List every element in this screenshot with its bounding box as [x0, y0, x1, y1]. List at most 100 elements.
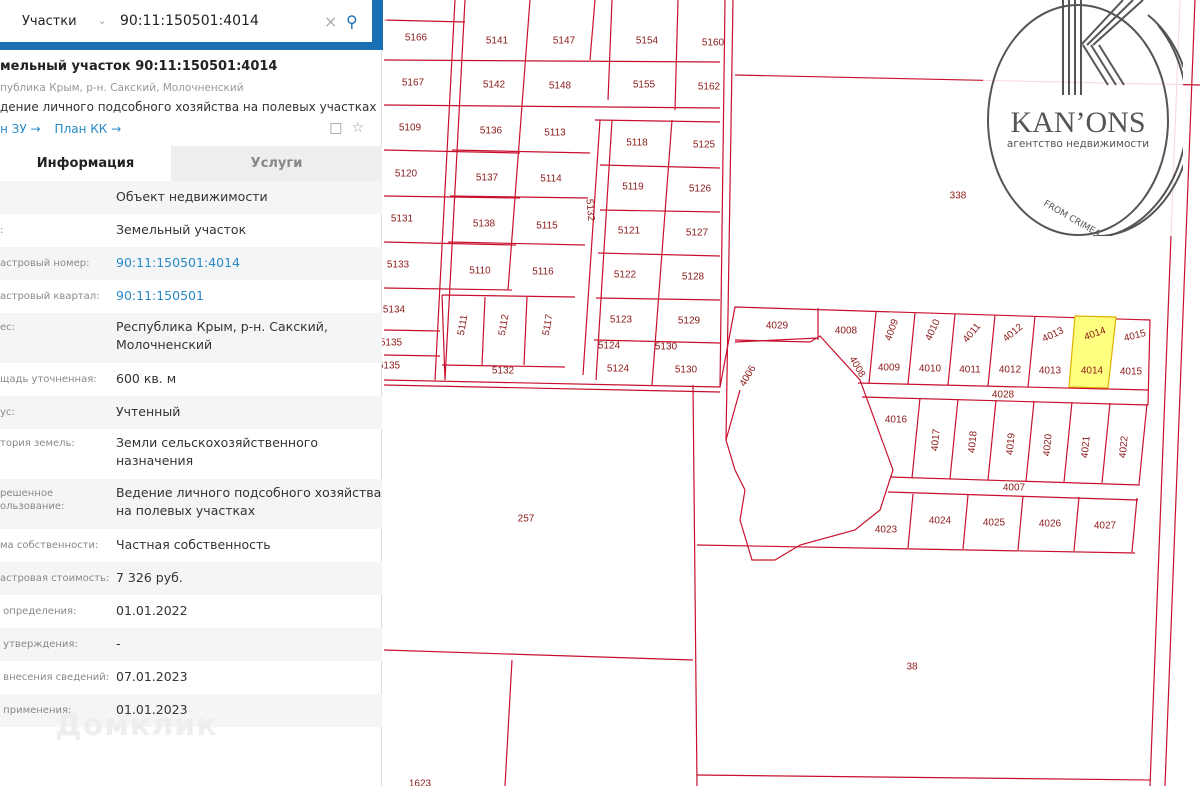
parcel-label[interactable]: 4008 — [847, 355, 868, 380]
parcel-label[interactable]: 4016 — [885, 415, 908, 426]
parcel-label[interactable]: 5147 — [553, 36, 576, 47]
collapse-panel-button[interactable]: ‹ — [376, 4, 396, 36]
domclick-watermark: Домклик — [55, 708, 218, 743]
tab-info[interactable]: Информация — [0, 146, 171, 181]
parcel-label[interactable]: 5122 — [614, 270, 637, 281]
parcel-label[interactable]: 5116 — [532, 267, 554, 278]
table-row: астровый номер: 90:11:150501:4014 — [0, 247, 382, 280]
parcel-label[interactable]: 5115 — [536, 221, 558, 232]
kanons-logo: KAN’ONS агентство недвижимости FROM CRIM… — [983, 0, 1183, 236]
parcel-label[interactable]: 5136 — [480, 126, 503, 137]
parcel-label[interactable]: 5132 — [583, 198, 596, 222]
object-use: дение личного подсобного хозяйства на по… — [0, 100, 377, 114]
parcel-label[interactable]: 5154 — [636, 36, 659, 47]
parcel-label[interactable]: 5111 — [456, 313, 471, 336]
parcel-label[interactable]: 4006 — [738, 363, 759, 388]
parcel-label[interactable]: 5126 — [689, 184, 712, 195]
close-icon[interactable]: × — [324, 12, 346, 31]
parcel-label[interactable]: 5118 — [626, 138, 648, 149]
parcel-label[interactable]: 5112 — [497, 313, 512, 337]
object-address: публика Крым, р-н. Сакский, Молочненский — [0, 82, 244, 94]
parcel-label[interactable]: 5130 — [675, 365, 698, 376]
parcel-label[interactable]: 5128 — [682, 272, 705, 283]
plan-kk-link[interactable]: План КК → — [55, 122, 122, 136]
parcel-label[interactable]: 4015 — [1123, 328, 1148, 344]
parcel-label[interactable]: 5137 — [476, 173, 499, 184]
cadastral-quarter-link[interactable]: 90:11:150501 — [116, 287, 382, 305]
parcel-label[interactable]: 5109 — [399, 123, 422, 134]
parcel-label[interactable]: 4024 — [929, 516, 952, 527]
parcel-label[interactable]: 5114 — [540, 174, 562, 185]
parcel-label[interactable]: 4012 — [1001, 321, 1025, 344]
parcel-label[interactable]: 5162 — [698, 82, 721, 93]
parcel-label[interactable]: 5135 — [380, 338, 403, 349]
parcel-label[interactable]: 4013 — [1039, 366, 1062, 377]
parcel-label[interactable]: 4022 — [1118, 435, 1131, 459]
parcel-label[interactable]: 5123 — [610, 315, 633, 326]
parcel-label[interactable]: 5133 — [387, 260, 410, 271]
parcel-label[interactable]: 4025 — [983, 518, 1006, 529]
parcel-label[interactable]: 5142 — [483, 80, 506, 91]
chevron-down-icon[interactable]: ⌄ — [98, 16, 120, 27]
parcel-label[interactable]: 5138 — [473, 219, 496, 230]
parcel-label[interactable]: 5124 — [598, 341, 621, 352]
parcel-label[interactable]: 4019 — [1005, 432, 1018, 456]
parcel-label[interactable]: 4017 — [930, 428, 943, 452]
parcel-label[interactable]: 5121 — [618, 226, 641, 237]
parcel-label[interactable]: 4018 — [967, 430, 980, 454]
parcel-label[interactable]: 5141 — [486, 36, 509, 47]
parcel-label[interactable]: 4010 — [923, 317, 943, 342]
plan-zu-link[interactable]: н ЗУ → — [0, 122, 41, 136]
parcel-label[interactable]: 4014 — [1081, 366, 1104, 377]
parcel-label[interactable]: 5129 — [678, 316, 701, 327]
table-row: внесения сведений: 07.01.2023 — [0, 669, 188, 684]
parcel-label[interactable]: 4011 — [961, 321, 984, 345]
parcel-label[interactable]: 5124 — [607, 364, 630, 375]
parcel-label[interactable]: 4008 — [835, 326, 858, 337]
parcel-label[interactable]: 4021 — [1080, 435, 1093, 459]
parcel-label[interactable]: 5110 — [469, 266, 491, 277]
search-input[interactable]: 90:11:150501:4014 — [120, 13, 324, 29]
find-on-map-icon[interactable]: □ — [329, 120, 342, 136]
star-icon[interactable]: ☆ — [351, 120, 364, 136]
parcel-label[interactable]: 5125 — [693, 140, 716, 151]
parcel-label[interactable]: 5130 — [655, 342, 678, 353]
parcel-label[interactable]: 4028 — [992, 390, 1015, 401]
parcel-label[interactable]: 4012 — [999, 365, 1022, 376]
parcel-label[interactable]: 4027 — [1094, 521, 1117, 532]
parcel-label[interactable]: 5120 — [395, 169, 418, 180]
parcel-label[interactable]: 257 — [518, 514, 535, 525]
parcel-label[interactable]: 5117 — [541, 313, 556, 337]
parcel-label[interactable]: 5148 — [549, 81, 572, 92]
parcel-label[interactable]: 5160 — [702, 38, 725, 49]
parcel-label[interactable]: 5127 — [686, 228, 709, 239]
parcel-label[interactable]: 5155 — [633, 80, 656, 91]
table-row: Объект недвижимости — [0, 181, 382, 214]
parcel-label[interactable]: 4009 — [878, 363, 901, 374]
parcel-label[interactable]: 5119 — [622, 182, 644, 193]
parcel-label[interactable]: 4009 — [883, 317, 901, 342]
table-row: астровый квартал: 90:11:150501 — [0, 280, 382, 313]
parcel-label[interactable]: 4026 — [1039, 519, 1062, 530]
category-select[interactable]: Участки — [22, 14, 98, 29]
parcel-label[interactable]: 4023 — [875, 525, 898, 536]
parcel-label[interactable]: 5134 — [383, 305, 406, 316]
parcel-label[interactable]: 5113 — [544, 128, 566, 139]
parcel-label[interactable]: 4020 — [1042, 433, 1055, 457]
tab-services[interactable]: Услуги — [171, 146, 382, 181]
cadastral-number-link[interactable]: 90:11:150501:4014 — [116, 254, 382, 272]
parcel-label[interactable]: 4010 — [919, 364, 942, 375]
parcel-label[interactable]: 38 — [906, 662, 918, 673]
parcel-label[interactable]: 1623 — [409, 779, 432, 786]
parcel-label[interactable]: 5131 — [391, 214, 414, 225]
parcel-label[interactable]: 4029 — [766, 321, 789, 332]
search-icon[interactable]: ⚲ — [346, 12, 372, 31]
parcel-label[interactable]: 4013 — [1041, 325, 1066, 345]
parcel-label[interactable]: 5132 — [492, 366, 515, 377]
parcel-label[interactable]: 4011 — [959, 365, 981, 376]
parcel-label[interactable]: 4015 — [1120, 367, 1143, 378]
parcel-label[interactable]: 5166 — [405, 33, 428, 44]
parcel-label[interactable]: 5167 — [402, 78, 425, 89]
parcel-label[interactable]: 338 — [950, 191, 967, 202]
parcel-label[interactable]: 4007 — [1003, 483, 1026, 494]
